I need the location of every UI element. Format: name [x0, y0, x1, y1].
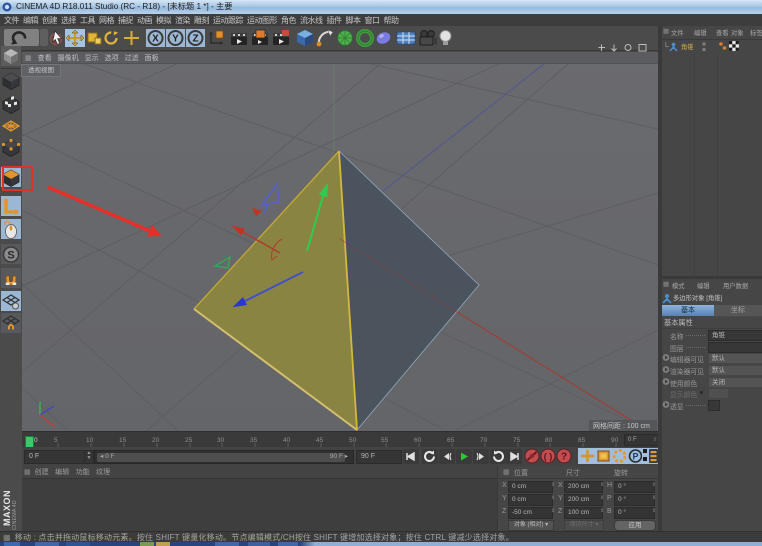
- svg-text:?: ?: [561, 452, 567, 463]
- svg-text:网格间距 : 100 cm: 网格间距 : 100 cm: [593, 421, 650, 430]
- svg-text:Z: Z: [192, 34, 198, 45]
- svg-text:Y: Y: [172, 34, 179, 45]
- svg-text:( ): ( ): [544, 452, 553, 462]
- svg-text:P: P: [632, 452, 638, 462]
- svg-text:S: S: [7, 250, 14, 262]
- svg-text:X: X: [152, 34, 159, 45]
